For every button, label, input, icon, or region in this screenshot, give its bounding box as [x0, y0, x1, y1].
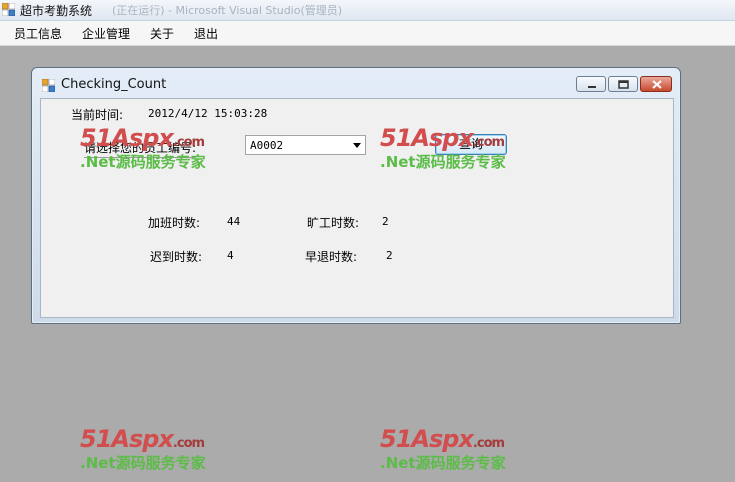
menu-bar: 员工信息 企业管理 关于 退出 — [0, 21, 735, 46]
restore-icon — [618, 80, 629, 89]
absent-value: 2 — [382, 215, 389, 228]
minimize-icon — [588, 86, 596, 88]
overtime-value: 44 — [227, 215, 241, 228]
close-icon — [652, 80, 662, 89]
app-window-icon — [2, 3, 15, 16]
child-window-icon — [42, 79, 55, 92]
watermark-domain: .com — [172, 436, 205, 451]
watermark-brand: 51Aspx — [80, 425, 174, 453]
form-client-area: 当前时间: 2012/4/12 15:03:28 请选择您的员工编号: A000… — [40, 98, 674, 318]
early-leave-label: 早退时数: — [305, 250, 358, 264]
app-title-ghost: (正在运行) - Microsoft Visual Studio(管理员) — [112, 4, 343, 17]
overtime-label: 加班时数: — [148, 216, 201, 230]
current-time-value: 2012/4/12 15:03:28 — [148, 107, 268, 120]
menu-exit[interactable]: 退出 — [194, 25, 218, 42]
employee-select-label: 请选择您的员工编号: — [84, 139, 197, 158]
watermark-logo: 51Aspx.com .Net源码服务专家 — [80, 425, 220, 475]
watermark-logo: 51Aspx.com .Net源码服务专家 — [380, 425, 520, 475]
employee-id-value: A0002 — [250, 139, 284, 152]
restore-button[interactable] — [608, 76, 638, 92]
absent-label: 旷工时数: — [307, 216, 360, 230]
checking-count-window: Checking_Count 当前时间: 2012/4/12 15:03:28 … — [31, 67, 681, 324]
early-leave-value: 2 — [386, 249, 393, 262]
app-titlebar: 超市考勤系统 (正在运行) - Microsoft Visual Studio(… — [0, 0, 735, 21]
app-title: 超市考勤系统 — [20, 4, 93, 18]
menu-about[interactable]: 关于 — [150, 25, 174, 42]
menu-employee-info[interactable]: 员工信息 — [14, 25, 62, 42]
employee-id-select[interactable]: A0002 — [245, 135, 366, 155]
watermark-tagline: .Net源码服务专家 — [80, 454, 206, 472]
late-value: 4 — [227, 249, 234, 262]
close-button[interactable] — [640, 76, 672, 92]
watermark-tagline: .Net源码服务专家 — [380, 454, 506, 472]
watermark-brand: 51Aspx — [380, 425, 474, 453]
watermark-domain: .com — [472, 436, 505, 451]
current-time-label: 当前时间: — [71, 108, 124, 122]
menu-company-management[interactable]: 企业管理 — [82, 25, 130, 42]
query-button[interactable]: 查询 — [435, 134, 507, 155]
chevron-down-icon[interactable] — [353, 143, 361, 148]
child-window-title: Checking_Count — [61, 77, 167, 92]
minimize-button[interactable] — [576, 76, 606, 92]
late-label: 迟到时数: — [150, 250, 203, 264]
